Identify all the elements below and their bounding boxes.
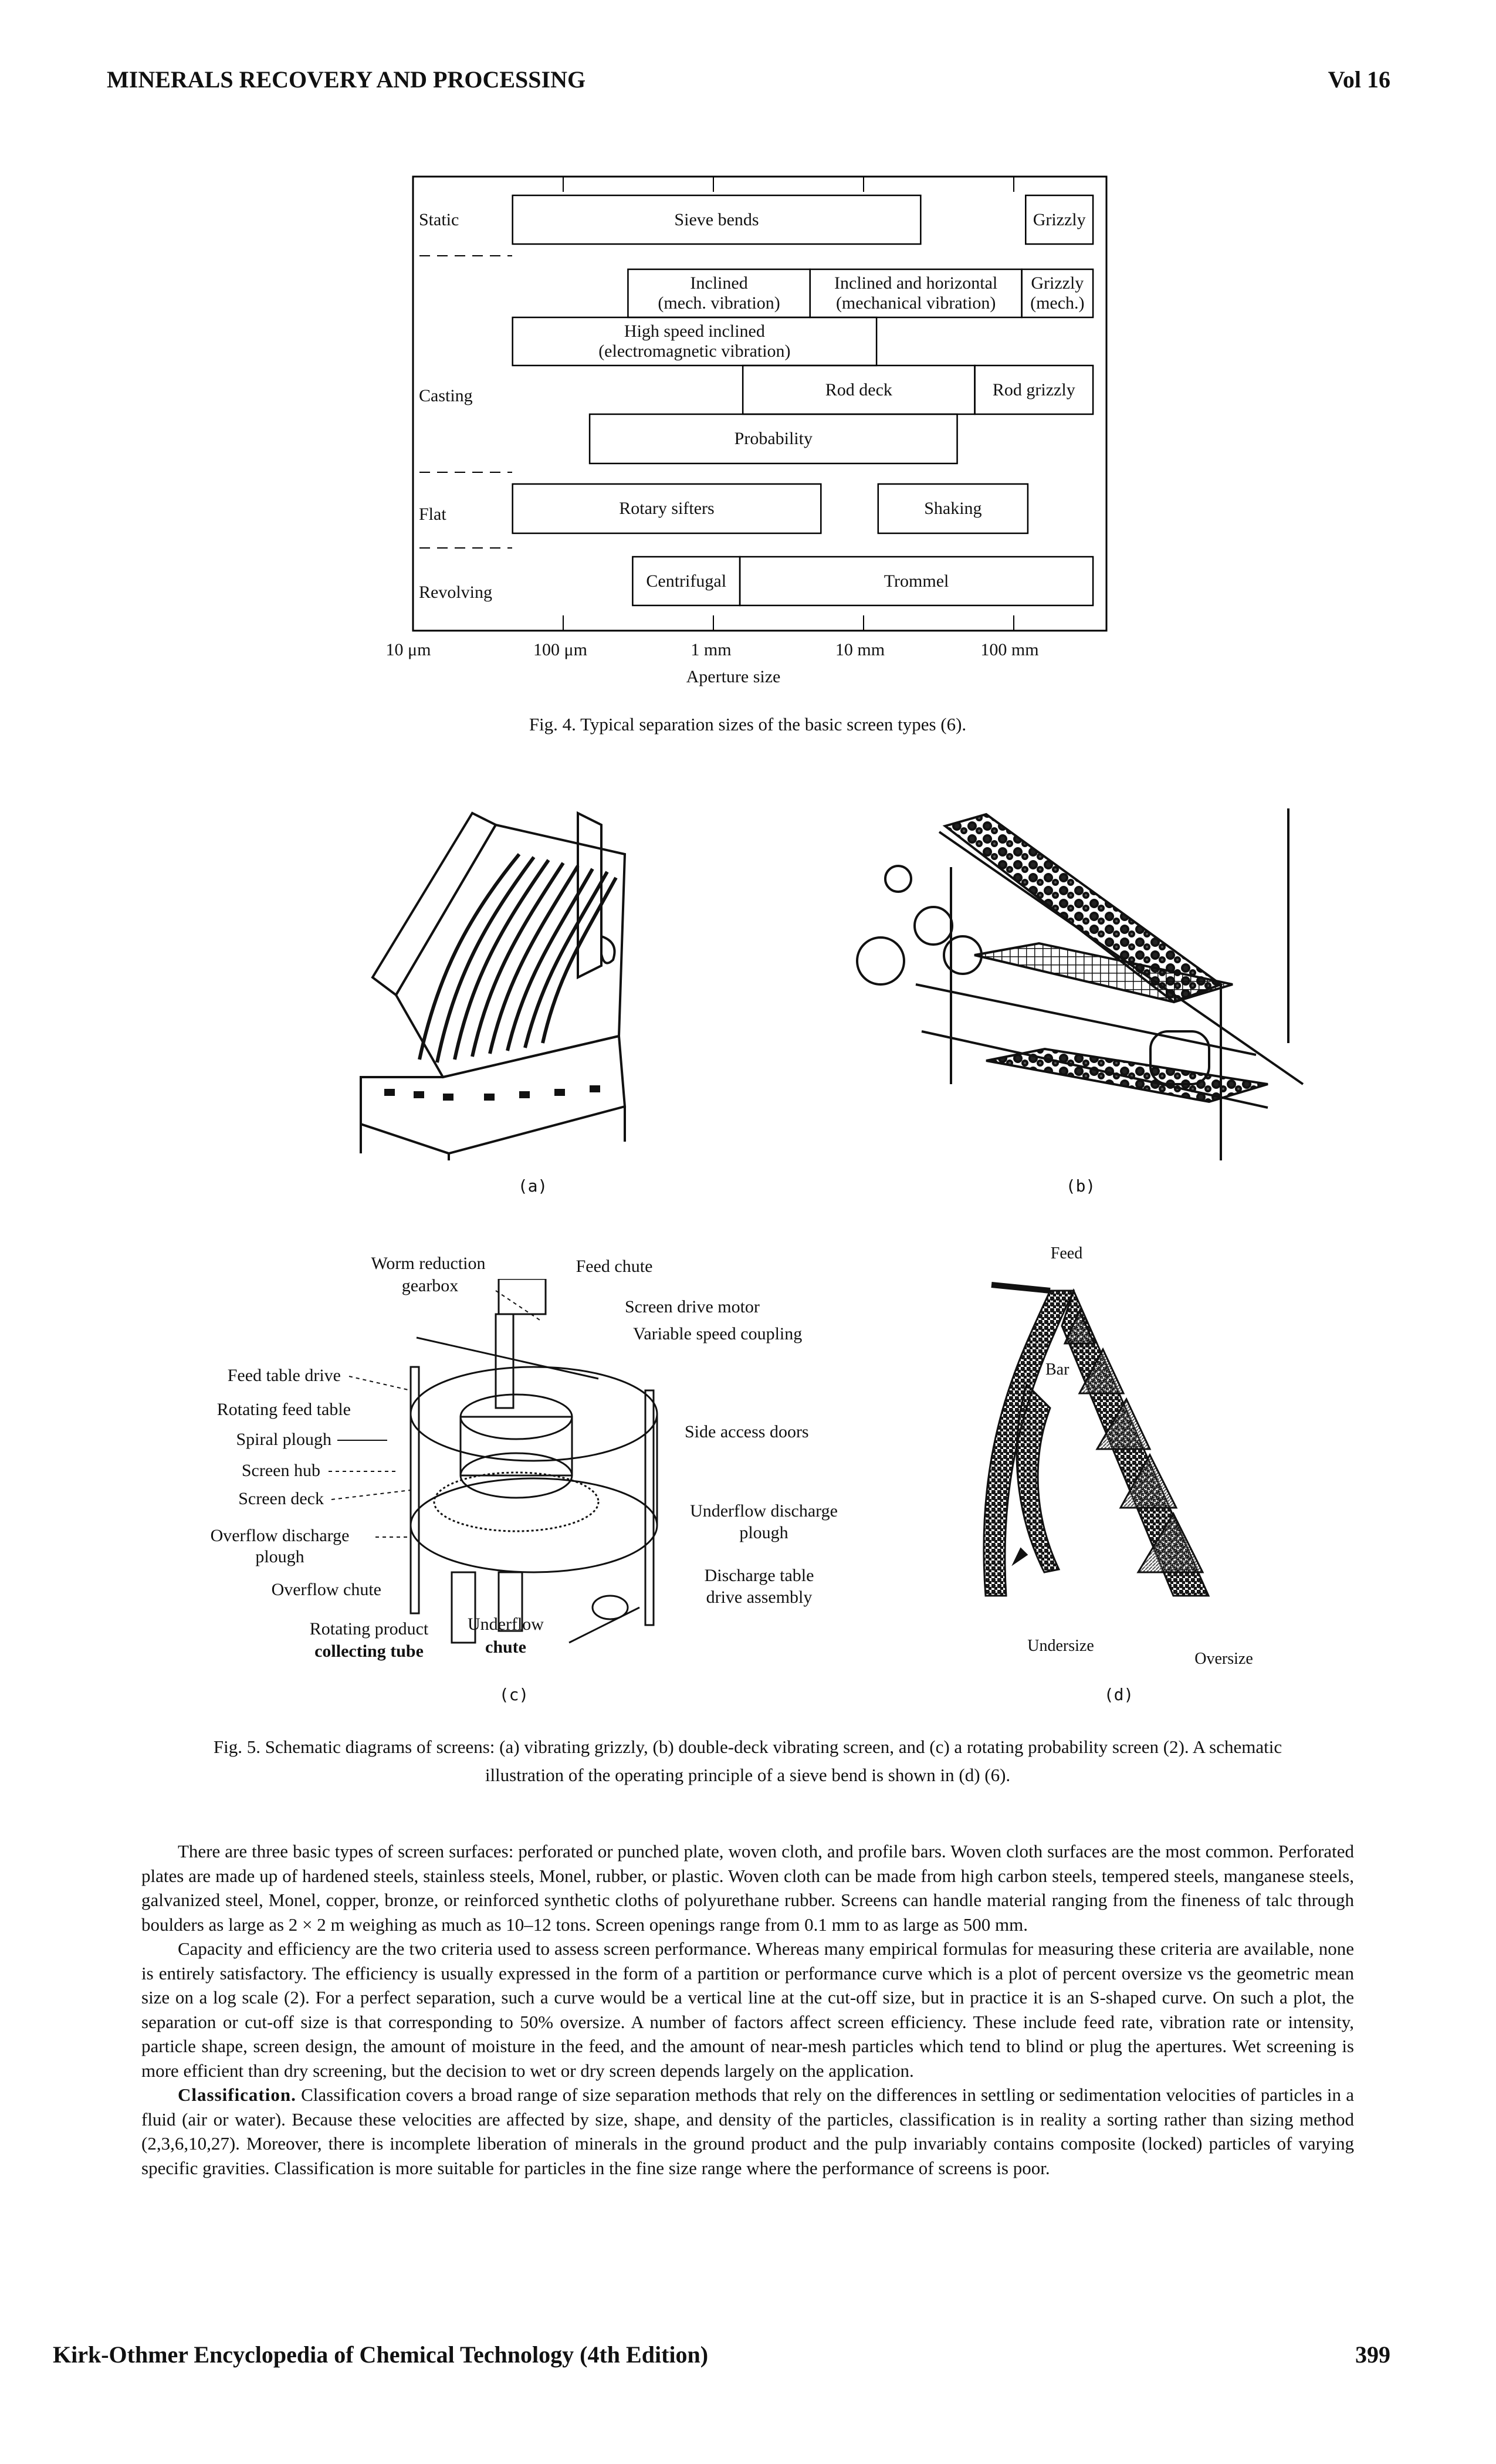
paragraph-classification: Classification. Classification covers a … [141,2084,1354,2178]
screen-type-label: High speed inclined (electromagnetic vibr… [598,321,791,361]
callout-overflow-discharge-plough: plough [255,1547,304,1566]
screen-type-label: Inclined (mech. vibration) [658,273,780,313]
figure-5-caption-line-1: Fig. 5. Schematic diagrams of screens: (… [213,1737,1282,1757]
callout-underflow-discharge: Underflow discharge [690,1501,838,1521]
subfigure-label-b: (b) [1065,1176,1096,1196]
callout-feed: Feed [1050,1244,1083,1263]
callout-overflow-chute: Overflow chute [271,1580,381,1599]
callout-discharge-table: Discharge table [704,1566,814,1585]
row-label-casting: Casting [419,386,473,405]
figure-5-caption: Fig. 5. Schematic diagrams of screens: (… [141,1733,1354,1789]
sieve-bend-illustration [983,1282,1210,1597]
screen-type-label: Probability [734,429,813,448]
callout-undersize: Undersize [1027,1637,1094,1655]
callout-underflow: Underflow [468,1615,544,1634]
callout-worm-reduction: Worm reduction [371,1254,486,1273]
callout-collecting-tube: collecting tube [314,1641,424,1661]
callout-oversize: Oversize [1194,1650,1253,1668]
callout-spiral-plough: Spiral plough [236,1430,332,1449]
callout-side-access-doors: Side access doors [685,1422,809,1441]
callout-gearbox: gearbox [401,1276,459,1295]
tick-label: 1 mm [691,640,732,659]
page-number: 399 [1355,2341,1390,2368]
double-deck-screen-illustration [856,808,1304,1160]
callout-underflow-discharge-plough: plough [739,1523,788,1542]
row-label-revolving: Revolving [419,583,492,602]
tick-label: 10 mm [835,640,885,659]
tick-label: 100 μm [533,640,587,659]
body-text: There are three basic types of screen su… [141,1839,1354,2180]
section-heading-classification: Classification. [178,2084,296,2105]
callout-variable-speed-coupling: Variable speed coupling [633,1324,803,1343]
paragraph-screen-surfaces: There are three basic types of screen su… [141,1841,1354,1935]
callout-screen-drive-motor: Screen drive motor [625,1297,760,1316]
screen-type-label: Grizzly (mech.) [1030,273,1085,313]
screen-type-label: Centrifugal [646,571,727,591]
tick-label: 10 μm [385,640,431,659]
row-label-flat: Flat [419,505,446,524]
callout-screen-hub: Screen hub [241,1461,320,1480]
axis-title: Aperture size [686,667,781,686]
paragraph-capacity-efficiency: Capacity and efficiency are the two crit… [141,1938,1354,2081]
screen-type-label: Sieve bends [674,209,759,229]
subfigure-label-a: (a) [517,1176,548,1196]
subfigure-label-c: (c) [499,1685,529,1704]
row-label-static: Static [419,210,459,229]
screen-type-label: Grizzly [1033,209,1086,229]
screen-type-label: Rod grizzly [992,380,1075,400]
callout-screen-deck: Screen deck [238,1489,324,1508]
callout-bar: Bar [1045,1360,1069,1380]
figure-4-caption: Fig. 4. Typical separation sizes of the … [529,714,967,735]
callout-rotating-feed-table: Rotating feed table [216,1400,351,1419]
figure-5-caption-line-2: illustration of the operating principle … [485,1765,1011,1785]
callout-drive-assembly: drive assembly [706,1588,813,1607]
callout-feed-chute: Feed chute [576,1257,653,1276]
screen-type-label: Shaking [924,499,982,518]
callout-feed-table-drive: Feed table drive [227,1366,341,1385]
footer-publication: Kirk-Othmer Encyclopedia of Chemical Tec… [53,2341,709,2368]
callout-overflow-discharge: Overflow discharge [210,1526,350,1545]
screen-type-label: Inclined and horizontal (mechanical vibra… [834,273,998,313]
callout-rotating-product: Rotating product [309,1619,429,1639]
screen-type-label: Rotary sifters [619,499,715,518]
callout-underflow-chute: chute [485,1637,526,1657]
screen-type-label: Trommel [884,571,949,591]
subfigure-label-d: (d) [1104,1685,1134,1704]
tick-label: 100 mm [980,640,1039,659]
vibrating-grizzly-illustration [360,811,627,1160]
screen-type-label: Rod deck [825,380,892,400]
